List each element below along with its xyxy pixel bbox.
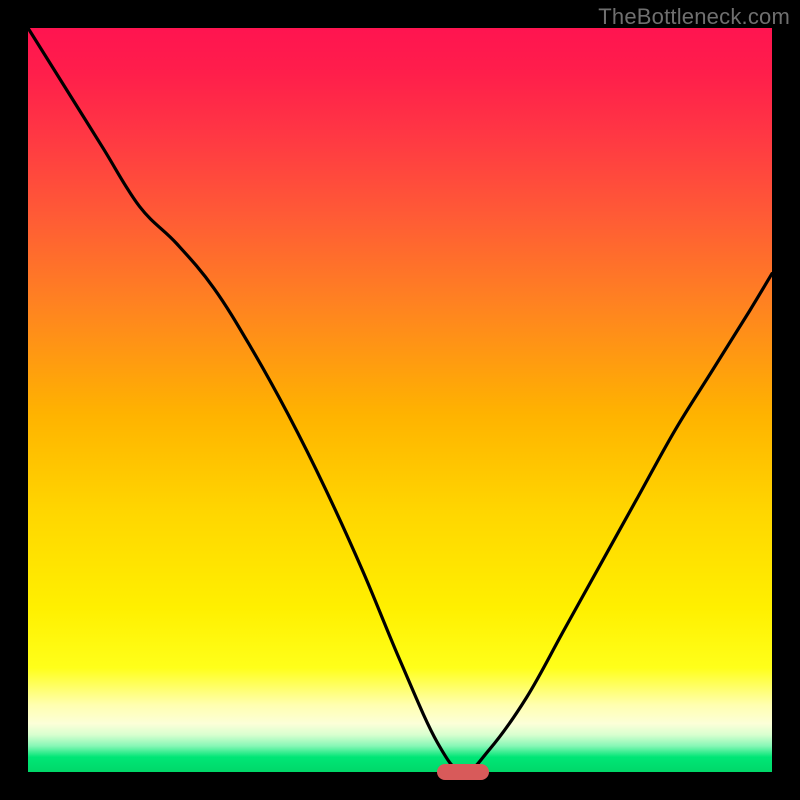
watermark-text: TheBottleneck.com [598,4,790,30]
chart-area [28,28,772,772]
optimal-marker [437,764,489,780]
bottleneck-curve [28,28,772,772]
